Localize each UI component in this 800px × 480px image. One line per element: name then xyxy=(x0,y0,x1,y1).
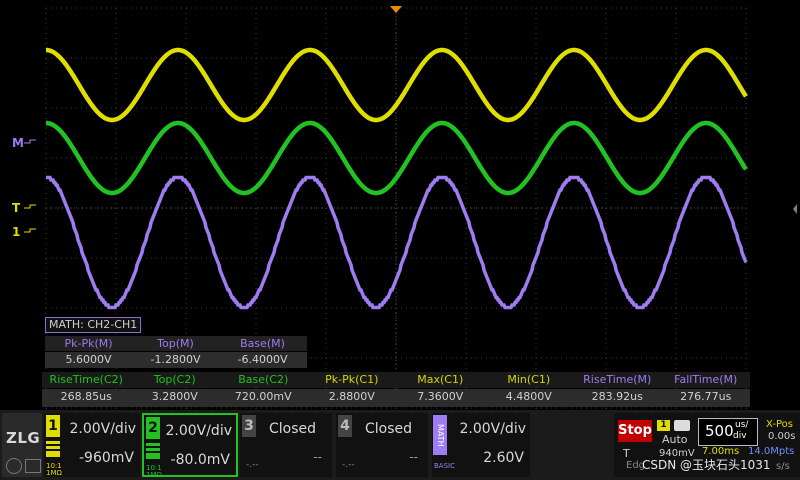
math-panel-value-cell: -6.4000V xyxy=(237,353,288,366)
math-panel-title: MATH: CH2-CH1 xyxy=(45,317,142,333)
channel-3-sub: -.-- xyxy=(246,460,259,470)
math-panel-header-cell: Pk-Pk(M) xyxy=(64,337,113,350)
channel-2-scale: 2.00V/div xyxy=(165,423,232,439)
channel-4-sub: -.-- xyxy=(342,460,355,470)
channel-4-badge: 4 xyxy=(338,415,352,437)
trigger-source-badge[interactable]: 1 xyxy=(657,420,670,431)
math-scale: 2.00V/div xyxy=(459,421,526,437)
channel-2-badge: 2 xyxy=(146,417,160,439)
measurement-values: 268.85us 3.2800V 720.00mV 2.8800V 7.3600V 4.4… xyxy=(42,389,750,407)
zlg-logo-panel: ZLG xyxy=(2,413,42,477)
channel-4-status: Closed xyxy=(364,421,412,437)
channel-1-scale: 2.00V/div xyxy=(69,421,136,437)
xpos-value[interactable]: 0.00s xyxy=(768,431,795,442)
math-offset: 2.60V xyxy=(483,450,524,466)
math-panel-header-cell: Top(M) xyxy=(157,337,194,350)
channel-1-probe: 10:1 1MΩ xyxy=(46,463,62,477)
math-sub: BASIC xyxy=(434,462,455,470)
keyboard-icon[interactable] xyxy=(25,459,41,473)
coupling-dc-icon xyxy=(146,443,160,459)
channel-1-offset: -960mV xyxy=(79,450,134,466)
math-channel-panel[interactable]: MATH BASIC 2.00V/div 2.60V xyxy=(432,413,530,477)
timebase-box[interactable]: 500 us/ div xyxy=(698,418,758,446)
measurement-value-cell: 3.2800V xyxy=(151,390,198,403)
measurement-header-cell: Pk-Pk(C1) xyxy=(325,373,379,386)
channel-2-impedance: 1MΩ xyxy=(146,471,162,479)
math-panel-header-cell: Base(M) xyxy=(240,337,285,350)
channel-1-impedance: 1MΩ xyxy=(46,469,62,477)
channel-3-offset: -- xyxy=(313,450,322,464)
measurement-header-cell: RiseTime(C2) xyxy=(49,373,123,386)
trigger-label: T xyxy=(623,447,630,460)
measurement-value-cell: 283.92us xyxy=(591,390,643,403)
math-panel-value-cell: 5.6000V xyxy=(65,353,112,366)
watermark-text: CSDN @玉块石头1031 xyxy=(642,458,771,472)
channel-3-panel[interactable]: 3 Closed -- -.-- xyxy=(240,413,332,477)
channel-3-badge: 3 xyxy=(242,415,256,437)
measurement-header-cell: Top(C2) xyxy=(153,373,196,386)
math-measurement-panel: MATH: CH2-CH1 Pk-Pk(M) Top(M) Base(M) 5.60… xyxy=(45,317,307,372)
channel-4-offset: -- xyxy=(409,450,418,464)
xpos-label: X-Pos xyxy=(766,419,793,430)
trigger-level-marker[interactable]: T xyxy=(12,201,21,215)
measurement-header-cell: Min(C1) xyxy=(507,373,551,386)
math-panel-value-cell: -1.2800V xyxy=(150,353,201,366)
math-panel-headers: Pk-Pk(M) Top(M) Base(M) xyxy=(45,336,307,351)
measurement-strip: RiseTime(C2) Top(C2) Base(C2) Pk-Pk(C1) Max(… xyxy=(42,372,750,408)
search-icon[interactable] xyxy=(6,458,22,474)
measurement-value-cell: 268.85us xyxy=(60,390,112,403)
timebase-scale: 500 xyxy=(705,422,734,440)
measurement-value-cell: 2.8800V xyxy=(328,390,375,403)
channel-1-ground-marker[interactable]: 1 xyxy=(12,225,20,239)
measurement-header-cell: FallTime(M) xyxy=(674,373,738,386)
measurement-value-cell: 276.77us xyxy=(680,390,732,403)
math-panel-values: 5.6000V -1.2800V -6.4000V xyxy=(45,352,307,368)
measurement-headers: RiseTime(C2) Top(C2) Base(C2) Pk-Pk(C1) Max(… xyxy=(42,372,750,388)
oscilloscope-screen: M T 1 xyxy=(0,0,800,410)
measurement-header-cell: Base(C2) xyxy=(238,373,289,386)
measurement-header-cell: Max(C1) xyxy=(417,373,464,386)
math-ground-marker[interactable]: M xyxy=(12,136,24,150)
channel-2-offset: -80.0mV xyxy=(170,452,230,468)
math-badge: MATH xyxy=(433,415,447,455)
sample-rate-unit: s/s xyxy=(776,461,790,472)
channel-2-panel[interactable]: 2 10:1 1MΩ 2.00V/div -80.0mV xyxy=(142,413,238,479)
timebase-unit-top: us/ xyxy=(735,420,749,430)
zlg-logo: ZLG xyxy=(6,429,41,447)
coupling-dc-icon xyxy=(46,441,60,457)
timebase-unit-bottom: div xyxy=(733,431,747,441)
trigger-edge-icon xyxy=(674,420,690,431)
measurement-value-cell: 7.3600V xyxy=(417,390,464,403)
measurement-value-cell: 720.00mV xyxy=(234,390,292,403)
measurement-value-cell: 4.4800V xyxy=(505,390,552,403)
channel-2-probe: 10:1 1MΩ xyxy=(146,465,162,479)
trigger-mode[interactable]: Auto xyxy=(662,433,688,446)
run-stop-button[interactable]: Stop xyxy=(618,420,652,442)
channel-1-badge: 1 xyxy=(46,415,60,437)
channel-4-panel[interactable]: 4 Closed -- -.-- xyxy=(336,413,428,477)
channel-1-panel[interactable]: 1 10:1 1MΩ 2.00V/div -960mV xyxy=(44,413,140,477)
measurement-header-cell: RiseTime(M) xyxy=(583,373,652,386)
channel-3-status: Closed xyxy=(268,421,316,437)
